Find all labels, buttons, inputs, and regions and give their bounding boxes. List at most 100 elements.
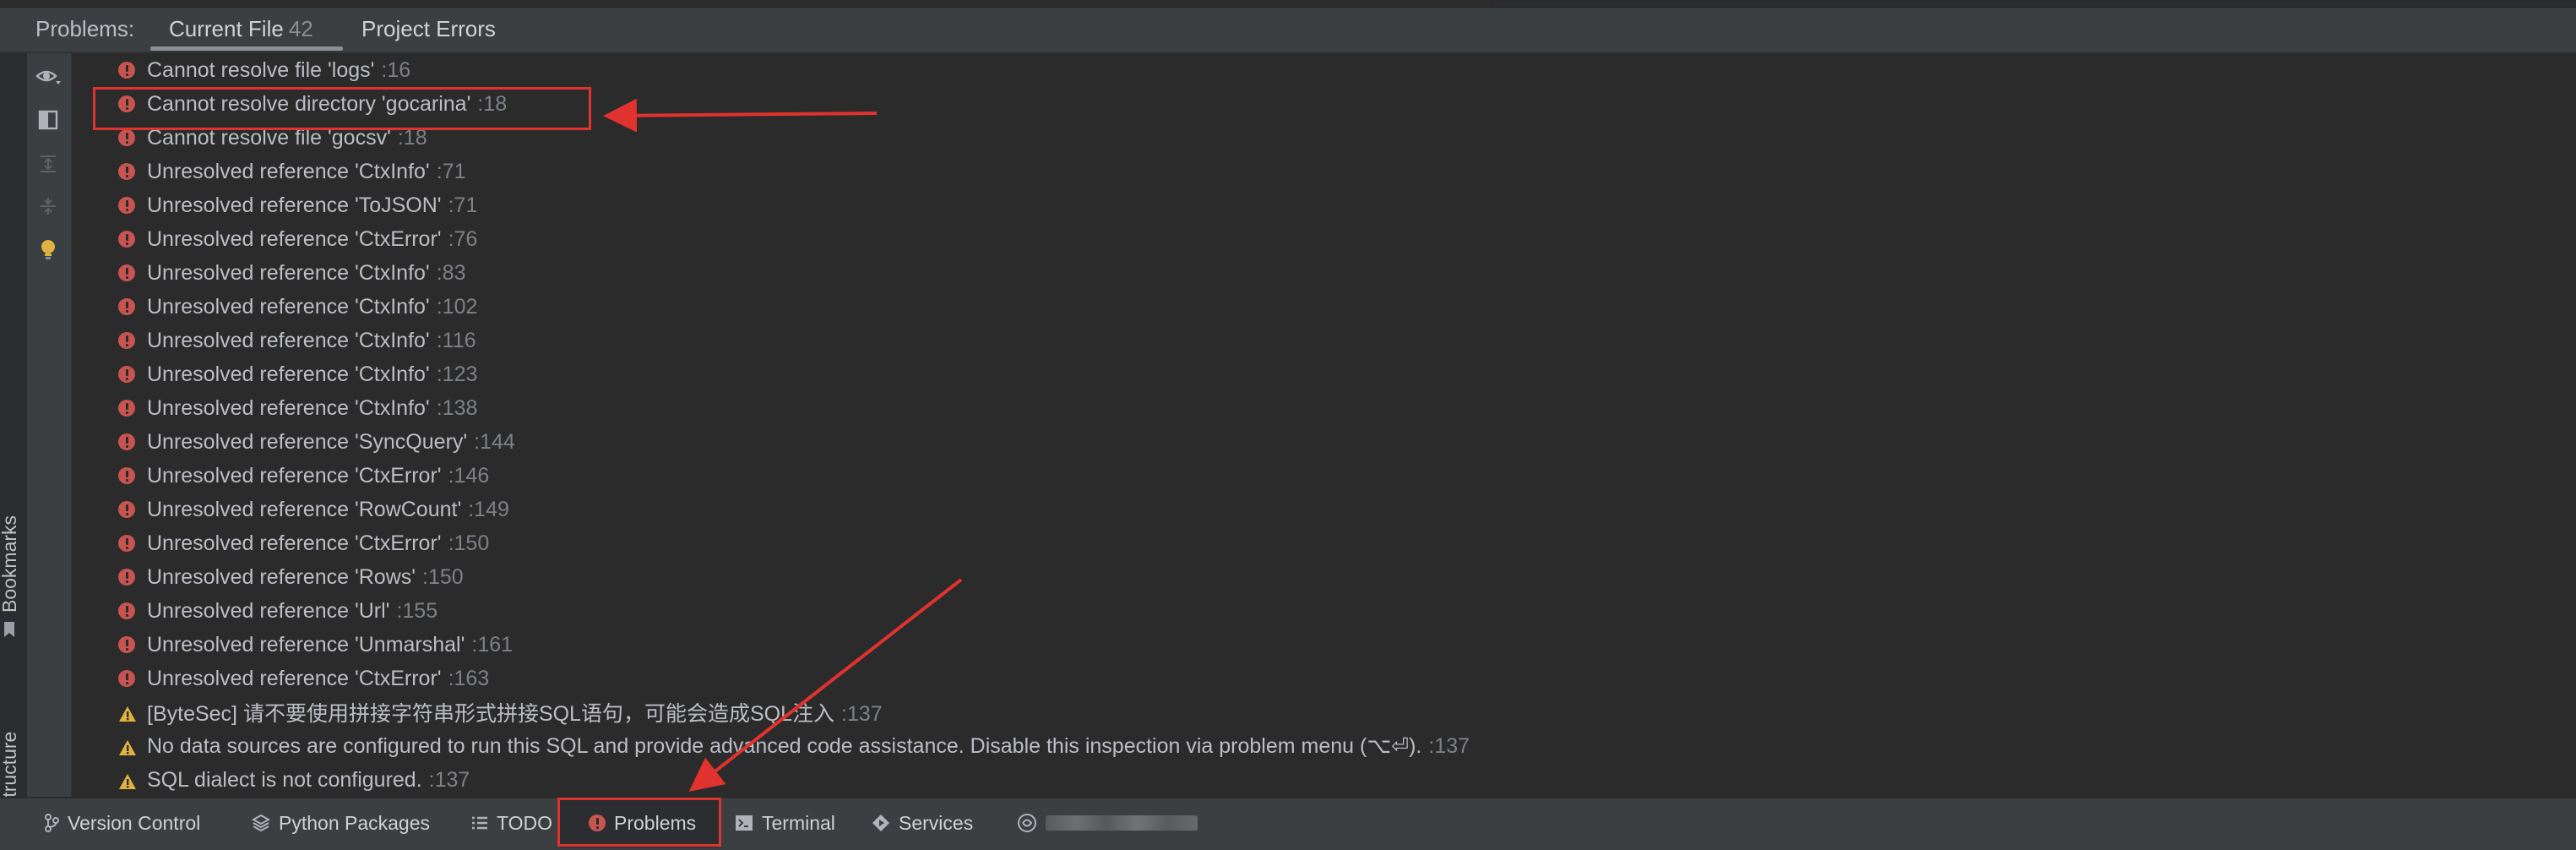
problem-line-number: :102	[436, 294, 478, 319]
problem-message: Unresolved reference 'ToJSON':71	[147, 193, 477, 218]
quick-fix-button[interactable]	[35, 237, 61, 263]
plugin-icon	[1018, 814, 1036, 832]
problem-text: [ByteSec] 请不要使用拼接字符串形式拼接SQL语句，可能会造成SQL注入	[147, 702, 834, 726]
highlight-box-gocarina	[93, 87, 591, 130]
error-icon	[118, 264, 135, 281]
sidebar-item-bookmarks[interactable]: Bookmarks	[0, 515, 21, 613]
problem-row[interactable]: Unresolved reference 'CtxInfo':138	[72, 391, 2576, 425]
tab-version-control[interactable]: Version Control	[44, 798, 200, 847]
tab-services[interactable]: Services	[872, 798, 973, 847]
problem-row[interactable]: Unresolved reference 'CtxError':150	[72, 526, 2576, 560]
problem-row[interactable]: Unresolved reference 'CtxError':163	[72, 662, 2576, 695]
warning-icon	[118, 738, 136, 755]
eye-icon	[35, 70, 61, 84]
problem-line-number: :161	[471, 632, 514, 657]
problem-row[interactable]: Unresolved reference 'Unmarshal':161	[72, 628, 2576, 662]
problem-text: Unresolved reference 'CtxInfo'	[147, 362, 430, 386]
problem-line-number: :137	[1428, 734, 1470, 758]
problem-text: Unresolved reference 'CtxInfo'	[147, 260, 430, 285]
problem-row[interactable]: Unresolved reference 'CtxInfo':102	[72, 290, 2576, 324]
problem-message: Unresolved reference 'CtxInfo':138	[147, 396, 477, 421]
problem-line-number: :155	[396, 598, 438, 623]
error-icon	[118, 602, 135, 619]
error-icon	[118, 366, 135, 383]
problem-text: Unresolved reference 'CtxInfo'	[147, 294, 430, 319]
collapse-all-button[interactable]	[35, 193, 61, 219]
lightbulb-icon	[41, 240, 55, 259]
play-icon	[872, 815, 889, 831]
problem-line-number: :144	[474, 429, 515, 454]
problem-message: Unresolved reference 'Unmarshal':161	[147, 633, 513, 657]
left-tool-column: Bookmarks Structure	[0, 53, 28, 831]
problem-row[interactable]: SQL dialect is not configured.:137	[72, 763, 2576, 797]
problem-row[interactable]: Unresolved reference 'Rows':150	[72, 560, 2576, 594]
tab-redacted-plugin[interactable]	[1017, 798, 1198, 847]
tab-terminal[interactable]: Terminal	[735, 798, 835, 847]
problem-row[interactable]: Unresolved reference 'SyncQuery':144	[72, 425, 2576, 459]
problem-message: No data sources are configured to run th…	[147, 733, 1470, 759]
problem-message: Cannot resolve file 'logs':16	[147, 58, 410, 83]
problem-row[interactable]: Unresolved reference 'CtxInfo':71	[72, 155, 2576, 188]
error-icon	[118, 535, 135, 552]
tab-current-file-label: Current File	[169, 16, 284, 41]
branch-icon	[45, 814, 59, 832]
problem-line-number: :71	[448, 193, 478, 217]
problem-line-number: :149	[468, 497, 509, 521]
error-icon	[118, 129, 135, 146]
redacted-label	[1046, 815, 1198, 831]
problem-row[interactable]: [ByteSec] 请不要使用拼接字符串形式拼接SQL语句，可能会造成SQL注入…	[72, 695, 2576, 729]
problem-row[interactable]: Unresolved reference 'CtxInfo':116	[72, 324, 2576, 357]
problem-row[interactable]: Unresolved reference 'CtxInfo':123	[72, 357, 2576, 391]
top-edge	[0, 0, 2576, 8]
error-icon	[118, 231, 135, 248]
preview-icon	[38, 110, 58, 130]
problem-line-number: :137	[841, 702, 883, 726]
active-tab-underline	[150, 46, 343, 51]
problem-line-number: :163	[448, 666, 490, 690]
tab-todo[interactable]: TODO	[471, 798, 552, 847]
expand-all-button[interactable]	[35, 151, 61, 177]
error-icon	[118, 569, 135, 586]
problem-text: No data sources are configured to run th…	[147, 734, 1422, 758]
tool-window-bar: Version Control Python Packages TODO Pro…	[0, 797, 2576, 850]
tab-project-errors[interactable]: Project Errors	[361, 16, 496, 42]
tab-project-errors-label: Project Errors	[361, 16, 496, 41]
problem-message: Unresolved reference 'Url':155	[147, 599, 437, 624]
tab-version-control-label: Version Control	[68, 811, 201, 834]
problem-message: Unresolved reference 'CtxError':146	[147, 464, 489, 488]
problem-message: SQL dialect is not configured.:137	[147, 768, 470, 793]
tab-python-packages-label: Python Packages	[279, 811, 431, 834]
warning-icon	[118, 771, 136, 789]
problem-row[interactable]: Unresolved reference 'CtxError':76	[72, 222, 2576, 256]
problem-text: Unresolved reference 'CtxInfo'	[147, 328, 430, 352]
preview-toggle-button[interactable]	[35, 107, 61, 133]
error-icon	[118, 400, 135, 417]
problem-message: Unresolved reference 'CtxInfo':71	[147, 160, 465, 184]
problem-message: Unresolved reference 'CtxError':163	[147, 667, 489, 691]
problem-row[interactable]: Unresolved reference 'CtxError':146	[72, 459, 2576, 493]
problem-line-number: :76	[448, 226, 478, 251]
problem-message: [ByteSec] 请不要使用拼接字符串形式拼接SQL语句，可能会造成SQL注入…	[147, 697, 883, 727]
problems-header: Problems: Current File 42 Project Errors	[0, 8, 2576, 53]
problem-row[interactable]: Unresolved reference 'CtxInfo':83	[72, 256, 2576, 290]
problem-message: Unresolved reference 'CtxInfo':123	[147, 362, 477, 387]
problem-row[interactable]: No data sources are configured to run th…	[72, 729, 2576, 763]
problem-message: Unresolved reference 'CtxInfo':102	[147, 295, 477, 319]
error-icon	[118, 332, 135, 349]
highlight-box-problems-tab	[557, 798, 721, 847]
bookmark-icon	[4, 622, 14, 637]
problem-row[interactable]: Unresolved reference 'Url':155	[72, 594, 2576, 628]
problem-row[interactable]: Cannot resolve file 'logs':16	[72, 53, 2576, 87]
problems-list: Cannot resolve file 'logs':16 Cannot reso…	[72, 53, 2576, 797]
problem-row[interactable]: Unresolved reference 'ToJSON':71	[72, 188, 2576, 222]
problem-row[interactable]: Unresolved reference 'RowCount':149	[72, 493, 2576, 526]
problem-message: Unresolved reference 'CtxInfo':83	[147, 261, 465, 286]
tab-services-label: Services	[899, 811, 974, 834]
problem-text: Unresolved reference 'Rows'	[147, 564, 416, 589]
eye-options-button[interactable]	[35, 65, 61, 90]
error-icon	[118, 467, 135, 484]
error-icon	[118, 197, 135, 214]
tab-current-file[interactable]: Current File 42	[169, 16, 313, 42]
problem-text: SQL dialect is not configured.	[147, 767, 422, 792]
tab-python-packages[interactable]: Python Packages	[252, 798, 430, 847]
